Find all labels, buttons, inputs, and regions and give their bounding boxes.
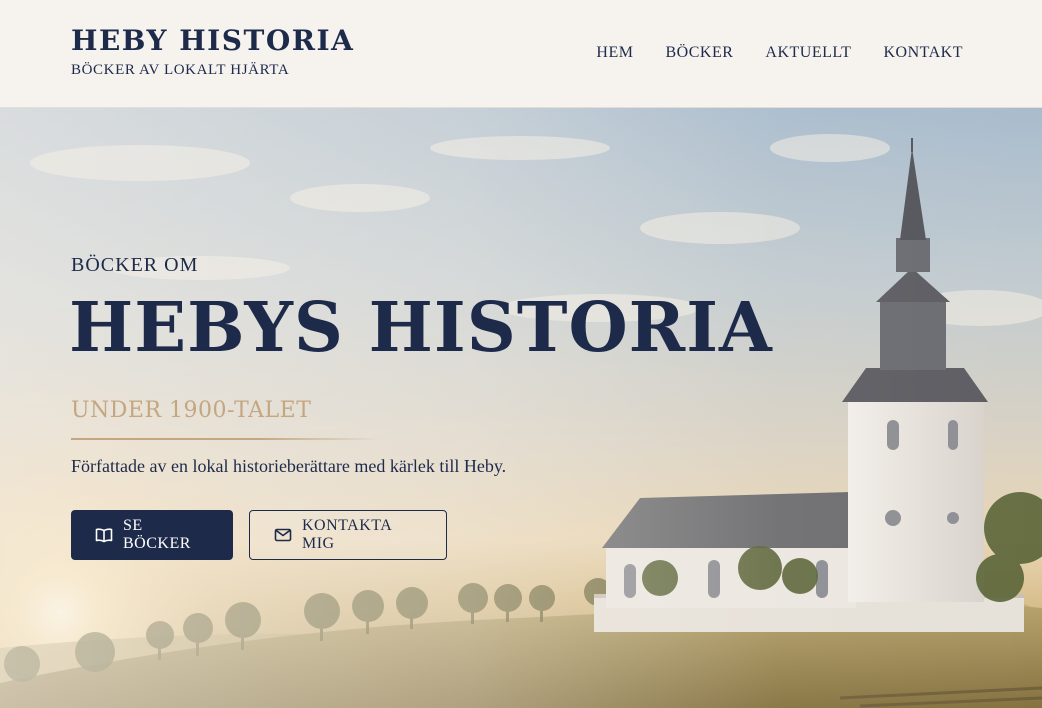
brand-subtitle: BÖCKER AV LOKALT HJÄRTA — [71, 62, 290, 78]
contact-me-label: KONTAKTA MIG — [302, 517, 392, 552]
hero-description: Författade av en lokal historieberättare… — [71, 456, 507, 476]
site-header: HEBY HISTORIA BÖCKER AV LOKALT HJÄRTA HE… — [0, 0, 1042, 108]
main-nav: HEM BÖCKER AKTUELLT KONTAKT — [596, 44, 963, 62]
mail-icon — [274, 526, 292, 544]
nav-item-aktuellt[interactable]: AKTUELLT — [765, 44, 851, 62]
hero-section: BÖCKER OM HEBYS HISTORIA UNDER 1900-TALE… — [0, 108, 1042, 708]
see-books-button[interactable]: SE BÖCKER — [71, 510, 233, 560]
brand-title[interactable]: HEBY HISTORIA — [71, 24, 354, 58]
hero-eyebrow: BÖCKER OM — [71, 254, 199, 276]
hero-title: HEBYS HISTORIA — [69, 288, 773, 368]
contact-me-button[interactable]: KONTAKTA MIG — [249, 510, 447, 560]
book-open-icon — [95, 526, 113, 544]
nav-item-bocker[interactable]: BÖCKER — [665, 44, 733, 62]
hero-divider — [71, 438, 381, 440]
brand[interactable]: HEBY HISTORIA BÖCKER AV LOKALT HJÄRTA — [71, 24, 354, 79]
hero-subtitle: UNDER 1900-TALET — [71, 398, 312, 423]
see-books-label: SE BÖCKER — [123, 517, 191, 552]
nav-item-hem[interactable]: HEM — [596, 44, 633, 62]
nav-item-kontakt[interactable]: KONTAKT — [883, 44, 963, 62]
